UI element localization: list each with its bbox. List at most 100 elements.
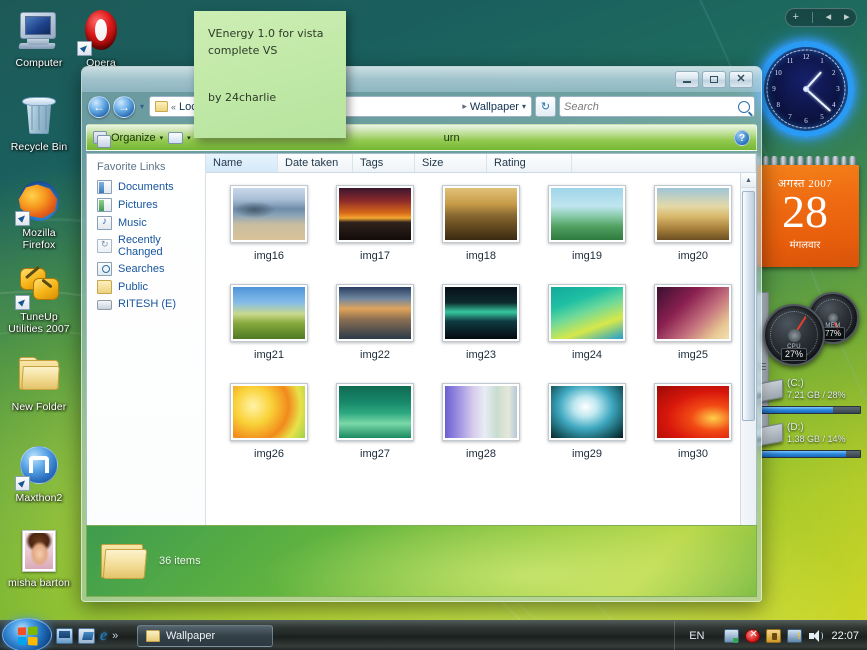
list-item[interactable]: img18 [428, 185, 534, 262]
refresh-button[interactable]: ↻ [535, 96, 556, 117]
taskbar-clock[interactable]: 22:07 [831, 630, 859, 642]
list-item[interactable]: img27 [322, 383, 428, 460]
list-item[interactable]: img17 [322, 185, 428, 262]
column-header-rating[interactable]: Rating [487, 154, 572, 172]
clock-tick [775, 113, 778, 116]
chevron-down-icon: ▾ [159, 134, 164, 142]
security-center-icon[interactable] [766, 629, 782, 643]
column-header-name[interactable]: Name [206, 154, 278, 172]
minimize-button[interactable] [675, 71, 699, 88]
sidebar-item-recently-changed[interactable]: Recently Changed [87, 232, 205, 260]
sidebar-item-public[interactable]: Public [87, 278, 205, 296]
list-item[interactable]: img19 [534, 185, 640, 262]
shortcut-arrow-icon [15, 211, 30, 226]
cpu-memory-meter-gadget[interactable]: MEM 77% CPU 27% [755, 290, 867, 375]
drive-text: (C:) 7.21 GB / 28% [787, 378, 846, 400]
volume-icon[interactable] [808, 629, 824, 643]
search-box[interactable] [559, 96, 755, 117]
list-item[interactable]: img24 [534, 284, 640, 361]
thumbnail-row: img16 img17 img18 img19 img20 [206, 185, 756, 262]
desktop-icon-opera[interactable]: Opera [62, 8, 140, 70]
start-button[interactable] [2, 618, 52, 650]
breadcrumb-segment-wallpaper[interactable]: Wallpaper [470, 101, 519, 113]
calendar-gadget[interactable]: अगस्त 2007 28 मंगलवार [751, 156, 859, 272]
security-alert-icon[interactable] [745, 629, 761, 643]
clock-tick [784, 121, 788, 124]
organize-button[interactable]: Organize ▾ [93, 131, 164, 148]
maximize-button[interactable] [702, 71, 726, 88]
list-item[interactable]: img29 [534, 383, 640, 460]
network-warning-icon[interactable] [787, 629, 803, 643]
column-header-tags[interactable]: Tags [353, 154, 415, 172]
drive-meter-c[interactable]: (C:) 7.21 GB / 28% [749, 378, 867, 418]
views-button[interactable]: ▾ [168, 131, 191, 144]
window-titlebar[interactable]: ✕ [82, 67, 761, 92]
internet-explorer-icon[interactable]: e [100, 627, 107, 644]
desktop-icon-new-folder[interactable]: New Folder [0, 352, 78, 414]
clock-tick [819, 123, 823, 126]
sidebar-item-documents[interactable]: Documents [87, 178, 205, 196]
public-folder-icon [97, 280, 112, 294]
search-input[interactable] [564, 100, 738, 113]
clock-numeral: 10 [774, 69, 782, 77]
show-desktop-icon[interactable] [56, 627, 73, 644]
list-item[interactable]: img30 [640, 383, 746, 460]
list-item[interactable]: img23 [428, 284, 534, 361]
list-item[interactable]: img26 [216, 383, 322, 460]
thumbnail-frame [442, 185, 520, 243]
thumbnail-image [445, 386, 517, 438]
sticky-note-gadget[interactable]: VEnergy 1.0 for vista complete VS by 24c… [194, 11, 346, 138]
breadcrumb-overflow[interactable]: « [171, 102, 176, 112]
forward-button[interactable]: → [113, 95, 135, 118]
desktop-icon-tuneup-utilities[interactable]: TuneUp Utilities 2007 [0, 262, 78, 335]
burn-button[interactable]: urn [444, 132, 460, 144]
next-gadget-button[interactable]: ▸ [844, 12, 850, 23]
list-item[interactable]: img28 [428, 383, 534, 460]
clock-tick [799, 127, 803, 129]
back-button[interactable]: ← [88, 95, 110, 118]
thumbnail-frame [548, 185, 626, 243]
task-button-label: Wallpaper [166, 629, 216, 642]
sidebar-item-pictures[interactable]: Pictures [87, 196, 205, 214]
desktop-icon-firefox[interactable]: Mozilla Firefox [0, 178, 78, 251]
scroll-up-button[interactable]: ▲ [741, 173, 756, 188]
desktop-icon-misha-barton[interactable]: misha barton [0, 528, 78, 590]
column-header-size[interactable]: Size [415, 154, 487, 172]
list-item[interactable]: img22 [322, 284, 428, 361]
list-item[interactable]: img25 [640, 284, 746, 361]
thumbnail-image [445, 287, 517, 339]
history-dropdown-icon[interactable]: ▾ [138, 102, 146, 111]
clock-gadget[interactable]: 12 1 2 3 4 5 6 7 8 9 10 11 [753, 36, 859, 142]
list-item[interactable]: img21 [216, 284, 322, 361]
pictures-icon [97, 198, 112, 212]
column-header-date-taken[interactable]: Date taken [278, 154, 353, 172]
list-item[interactable]: img20 [640, 185, 746, 262]
task-button-wallpaper[interactable]: Wallpaper [137, 624, 273, 647]
desktop-icon-recycle-bin[interactable]: Recycle Bin [0, 92, 78, 154]
sidebar-item-music[interactable]: Music [87, 214, 205, 232]
desktop-icon-maxthon2[interactable]: Maxthon2 [0, 443, 78, 505]
refresh-icon: ↻ [540, 101, 551, 113]
quick-launch-bar: e » [56, 627, 118, 644]
column-headers: Name Date taken Tags Size Rating [206, 154, 756, 173]
sidebar-item-ritesh-drive[interactable]: RITESH (E) [87, 296, 205, 312]
network-icon[interactable] [724, 629, 740, 643]
previous-gadget-button[interactable]: ◂ [826, 12, 832, 23]
drive-usage-bar [761, 406, 861, 414]
switch-windows-icon[interactable] [78, 627, 95, 644]
list-item[interactable]: img16 [216, 185, 322, 262]
help-button[interactable]: ? [734, 130, 750, 146]
close-button[interactable]: ✕ [729, 71, 753, 88]
file-name: img17 [360, 250, 390, 262]
drive-meter-d[interactable]: (D:) 1.38 GB / 14% [749, 422, 867, 462]
language-indicator[interactable]: EN [689, 630, 704, 642]
column-header-blank[interactable] [572, 154, 756, 172]
breadcrumb-dropdown-icon[interactable]: ▾ [522, 102, 526, 111]
sidebar-item-searches[interactable]: Searches [87, 260, 205, 278]
add-gadget-button[interactable]: + [792, 12, 798, 23]
thumbnail-frame [548, 284, 626, 342]
scrollbar-thumb[interactable] [742, 191, 755, 421]
quicklaunch-overflow-icon[interactable]: » [112, 630, 118, 642]
explorer-window[interactable]: ✕ ← → ▾ « Loc ▸ Wallpaper ▾ ↻ Organize ▾ [81, 66, 762, 602]
file-name: img20 [678, 250, 708, 262]
